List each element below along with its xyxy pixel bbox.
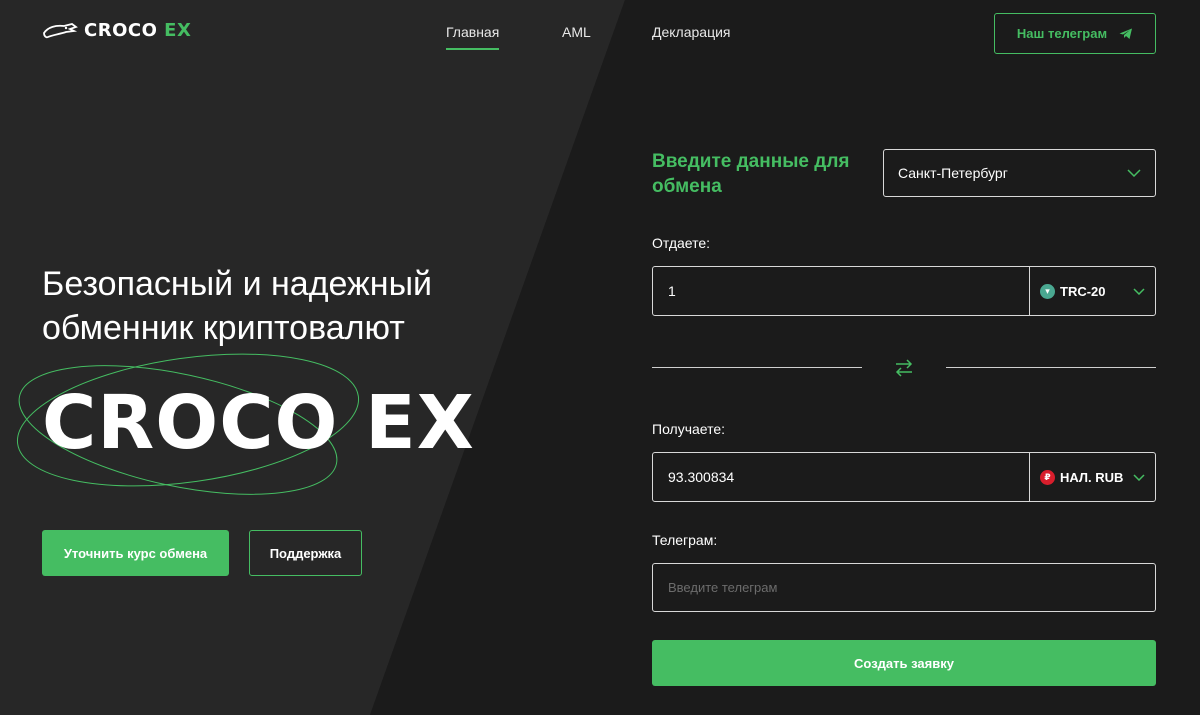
crocodile-logo-icon [43, 22, 78, 38]
logo-text: CROCO EX [84, 20, 191, 41]
swap-arrows-icon[interactable] [892, 356, 916, 380]
logo-text-accent: EX [164, 20, 192, 41]
divider-line-left [652, 367, 862, 368]
nav-declaration[interactable]: Декларация [652, 24, 731, 40]
telegram-label: Телеграм: [652, 532, 718, 548]
chevron-down-icon [1133, 287, 1145, 295]
get-currency-select[interactable]: ₽ НАЛ. RUB [1029, 453, 1155, 501]
support-button[interactable]: Поддержка [249, 530, 362, 576]
logo[interactable]: CROCO EX [42, 20, 191, 41]
give-currency-name: TRC-20 [1060, 283, 1106, 299]
chevron-down-icon [1133, 473, 1145, 481]
nav-aml[interactable]: AML [562, 24, 591, 40]
divider-line-right [946, 367, 1156, 368]
nav-home[interactable]: Главная [446, 24, 500, 50]
chevron-down-icon [1127, 169, 1141, 177]
get-amount-input[interactable]: 93.300834 [653, 453, 1029, 501]
ruble-coin-icon: ₽ [1040, 469, 1055, 485]
tron-coin-icon: ▾ [1040, 283, 1055, 299]
logo-text-main: CROCO [84, 20, 158, 41]
telegram-button[interactable]: Наш телеграм [994, 13, 1156, 54]
get-field: 93.300834 ₽ НАЛ. RUB [652, 452, 1156, 502]
get-currency-name: НАЛ. RUB [1060, 469, 1124, 485]
telegram-plane-icon [1119, 28, 1133, 39]
form-title: Введите данные для обмена [652, 151, 850, 197]
city-select[interactable]: Санкт-Петербург [883, 149, 1156, 197]
give-amount-input[interactable]: 1 [653, 267, 1029, 315]
swap-divider [652, 356, 1156, 380]
get-label: Получаете: [652, 421, 726, 437]
check-rate-button[interactable]: Уточнить курс обмена [42, 530, 229, 576]
give-field: 1 ▾ TRC-20 [652, 266, 1156, 316]
give-label: Отдаете: [652, 235, 711, 251]
telegram-button-label: Наш телеграм [1016, 26, 1108, 41]
submit-button[interactable]: Создать заявку [652, 640, 1156, 686]
hero-title: Безопасный и надежный обменник криптовал… [42, 265, 433, 347]
telegram-input[interactable] [652, 563, 1156, 612]
hero-brand: CROCO EX [42, 380, 475, 466]
city-select-value: Санкт-Петербург [898, 165, 1008, 181]
give-currency-select[interactable]: ▾ TRC-20 [1029, 267, 1155, 315]
